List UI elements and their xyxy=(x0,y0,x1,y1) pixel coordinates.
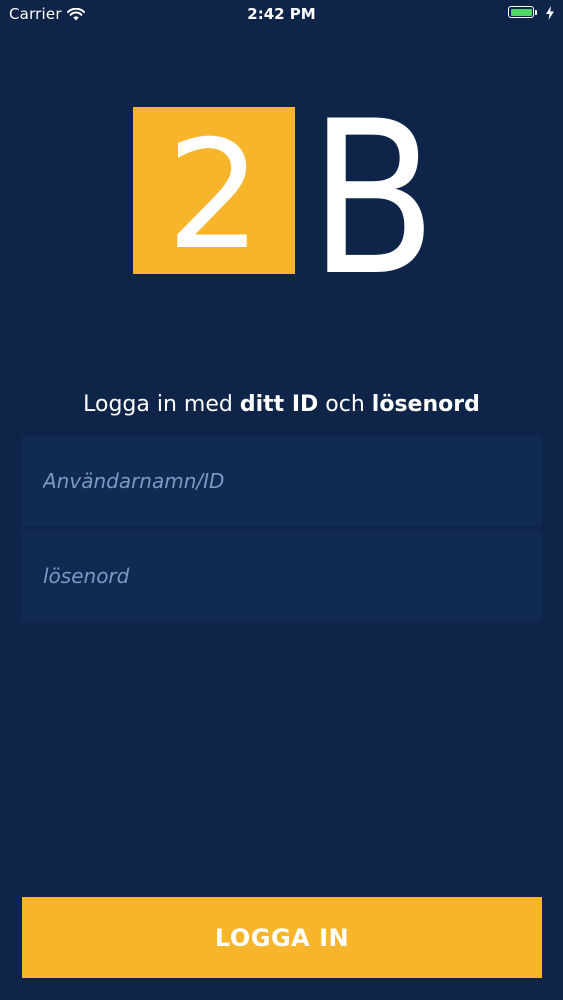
login-button[interactable]: LOGGA IN xyxy=(22,897,542,978)
logo-digit: 2 xyxy=(166,109,261,277)
password-input[interactable] xyxy=(22,531,542,621)
headline-middle: och xyxy=(318,392,372,417)
status-bar: Carrier 2:42 PM xyxy=(0,0,563,30)
username-input[interactable] xyxy=(22,436,542,526)
charging-icon xyxy=(546,5,554,24)
logo-letter: B xyxy=(309,107,433,277)
headline-prefix: Logga in med xyxy=(83,392,240,417)
battery-tip xyxy=(535,10,537,15)
headline-password: lösenord xyxy=(371,392,480,417)
password-field xyxy=(22,531,542,621)
headline-id: ditt ID xyxy=(239,392,319,417)
login-headline: Logga in med ditt ID och lösenord xyxy=(0,392,563,417)
username-field xyxy=(22,436,542,526)
status-time: 2:42 PM xyxy=(247,5,316,23)
app-logo: 2 B xyxy=(133,75,437,322)
battery-icon xyxy=(508,6,534,18)
battery-level xyxy=(510,8,532,16)
